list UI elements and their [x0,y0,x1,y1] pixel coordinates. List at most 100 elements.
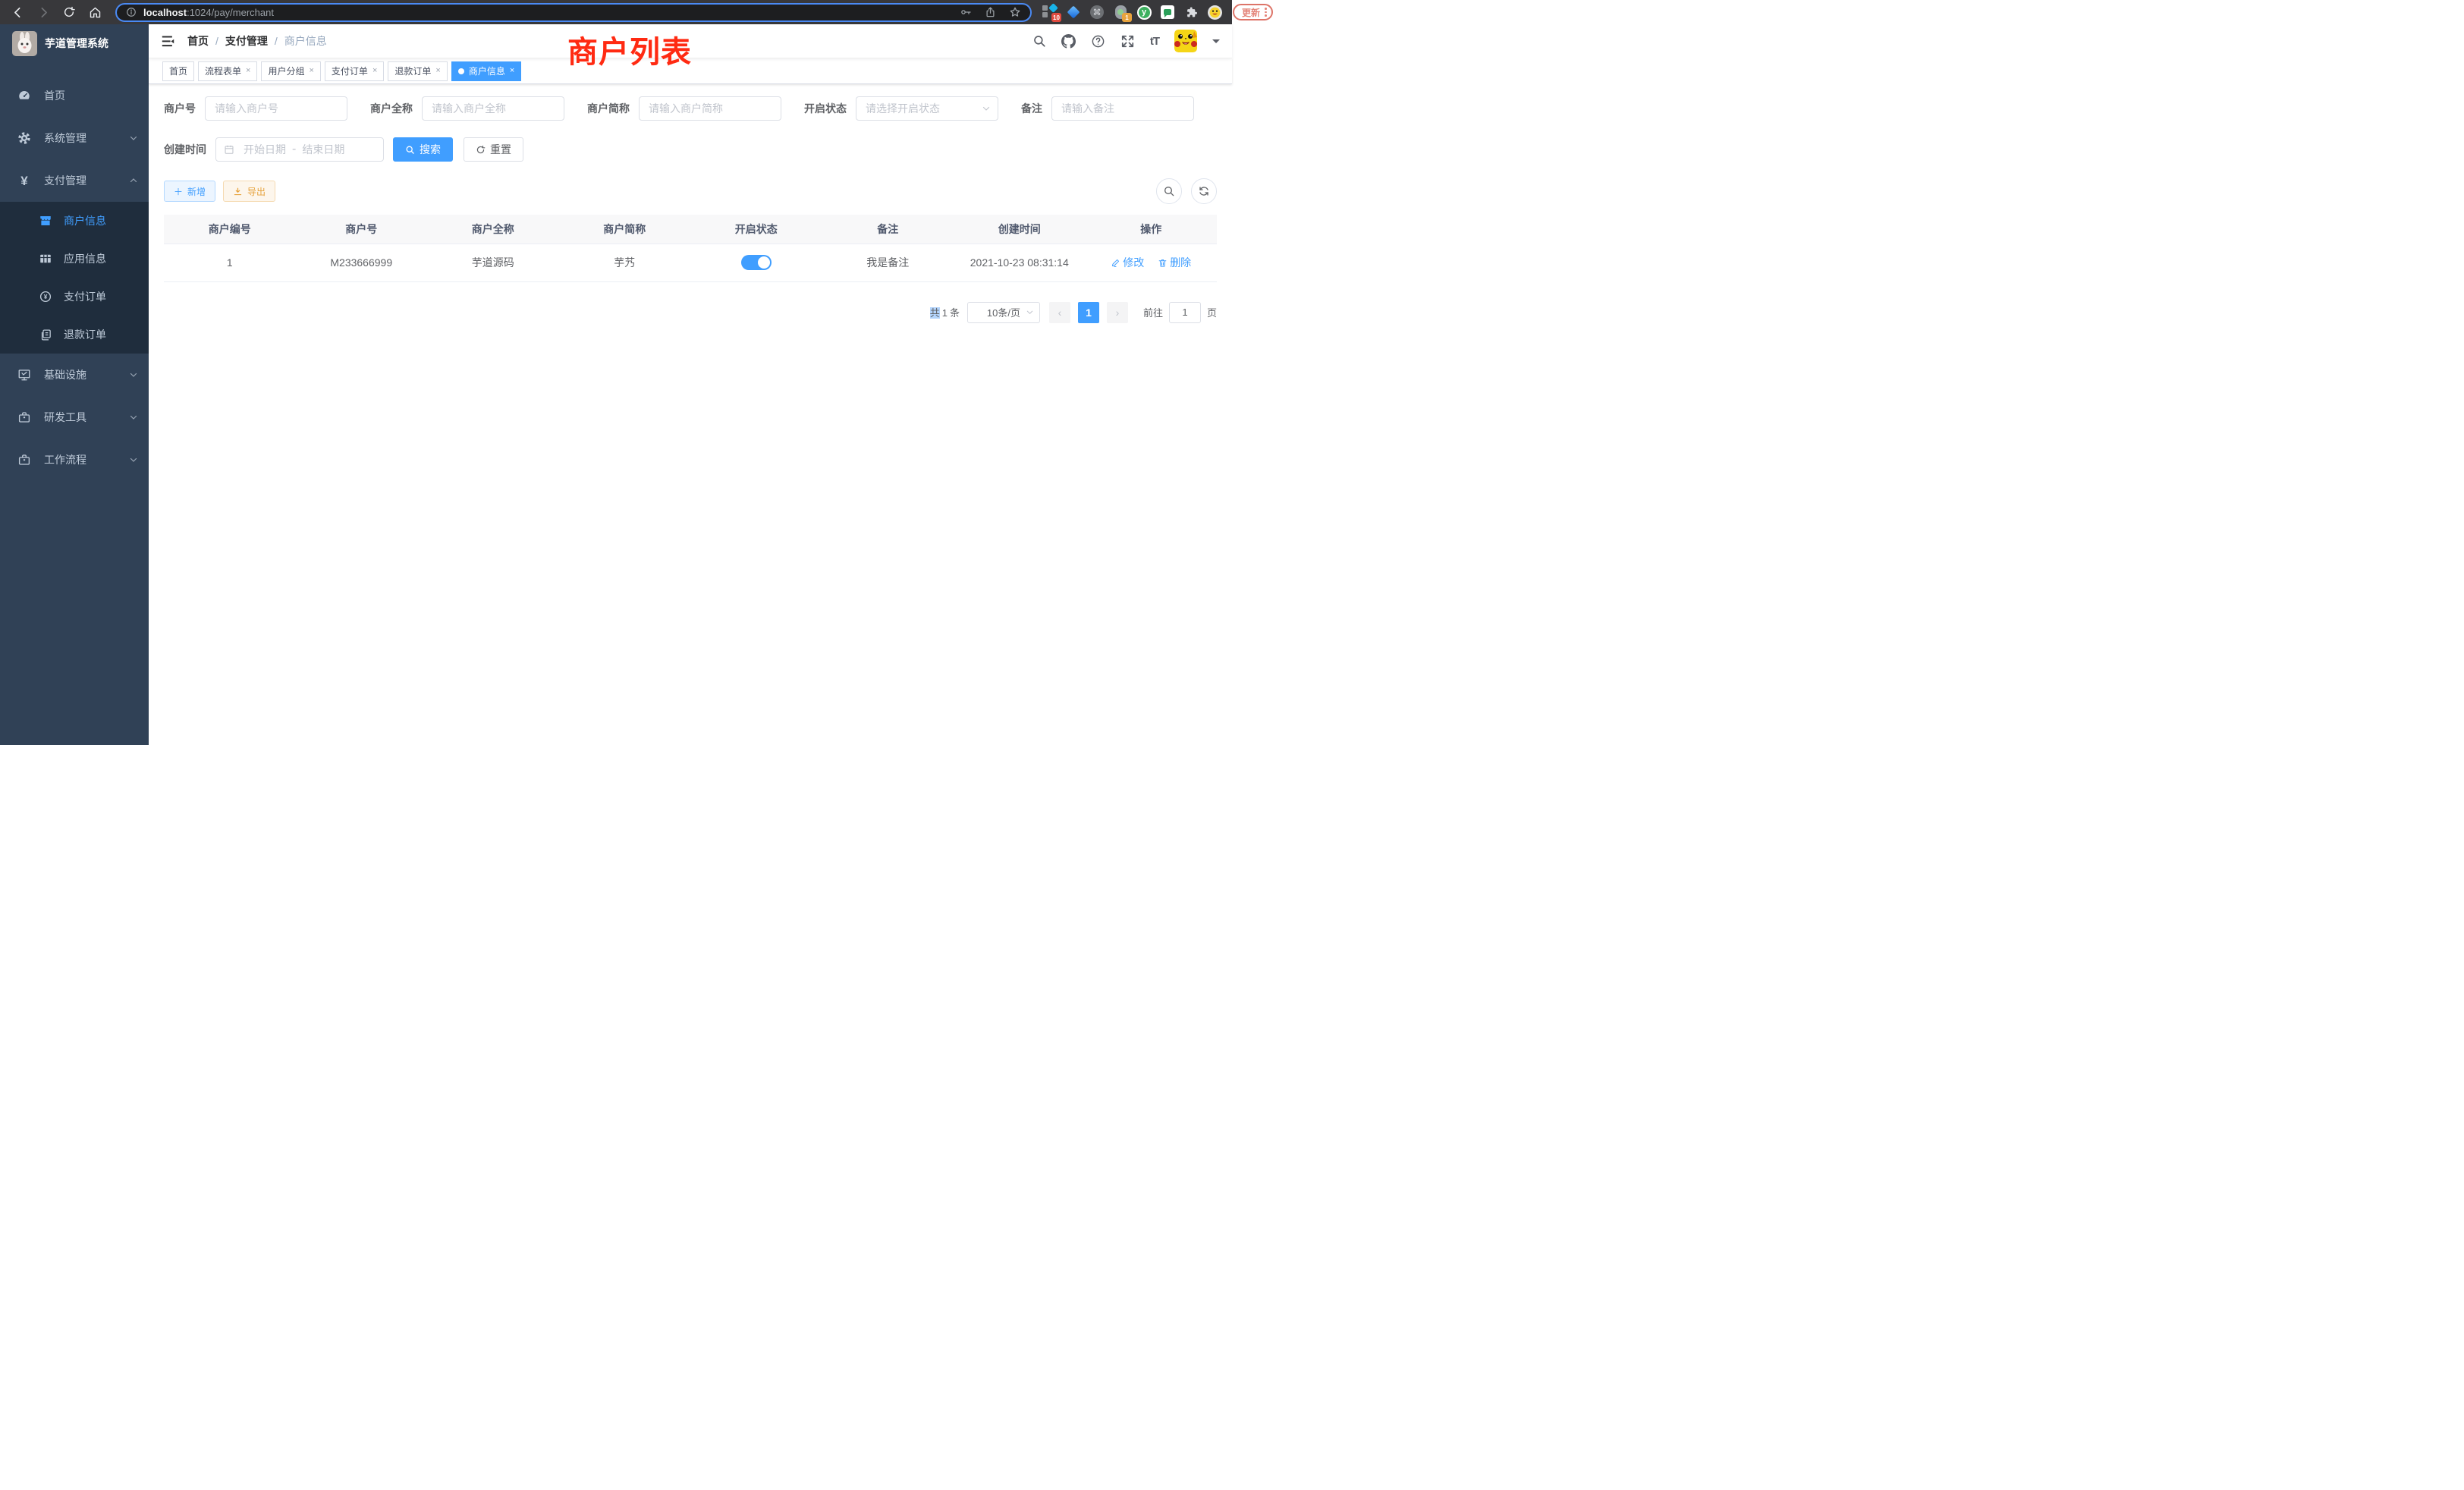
table-row: 1 M233666999 芋道源码 芋艿 我是备注 2021-10-23 08:… [164,244,1217,281]
back-icon[interactable] [9,4,26,20]
home-icon[interactable] [86,4,103,20]
sidebar-toggle-icon[interactable] [161,35,175,48]
sidebar-item-home[interactable]: 首页 [0,74,149,117]
sidebar-item-infrastructure[interactable]: 基础设施 [0,354,149,396]
prev-page-button[interactable]: ‹ [1049,302,1070,323]
start-date-input[interactable] [237,143,292,156]
font-size-icon[interactable]: tT [1150,35,1159,48]
extension-badge: 1 [1122,13,1132,22]
sidebar-item-label: 退款订单 [64,327,106,342]
edit-link[interactable]: 修改 [1111,255,1144,270]
extension-command-icon[interactable]: ⌘ [1089,5,1105,20]
col-status: 开启状态 [690,215,822,244]
merchant-no-input[interactable] [205,96,347,121]
tab-home[interactable]: 首页 [162,61,194,81]
remark-input[interactable] [1051,96,1194,121]
delete-link[interactable]: 删除 [1158,255,1191,270]
extension-y-icon[interactable]: y [1136,5,1152,20]
tab-merchant-info[interactable]: 商户信息 × [451,61,521,81]
tab-label: 退款订单 [394,64,431,77]
filter-row-1: 商户号 商户全称 商户简称 开启状态 [164,96,1217,121]
browser-menu-icon[interactable] [1265,8,1267,17]
sidebar-item-label: 商户信息 [64,213,106,228]
tab-refund-order[interactable]: 退款订单 × [388,61,447,81]
help-icon[interactable] [1091,34,1105,49]
toggle-search-button[interactable] [1156,178,1182,204]
short-name-input[interactable] [639,96,781,121]
status-toggle[interactable] [741,255,772,270]
url-path: :1024/pay/merchant [187,7,274,18]
tab-process-form[interactable]: 流程表单 × [198,61,257,81]
sidebar-item-dev-tools[interactable]: 研发工具 [0,396,149,439]
bookmark-star-icon[interactable] [1009,6,1021,18]
sidebar-item-app-info[interactable]: 应用信息 [0,240,149,278]
forward-icon[interactable] [35,4,52,20]
search-button[interactable]: 搜索 [393,137,453,162]
header-search-icon[interactable] [1032,34,1046,48]
col-actions: 操作 [1086,215,1218,244]
breadcrumb-payment[interactable]: 支付管理 [225,33,268,49]
sidebar-item-refund-order[interactable]: 退款订单 [0,316,149,354]
sidebar-item-system[interactable]: 系统管理 [0,117,149,159]
reload-icon[interactable] [61,4,77,20]
tab-label: 流程表单 [205,64,241,77]
page-size-select[interactable] [967,302,1040,323]
site-info-icon[interactable] [126,7,137,17]
export-button[interactable]: 导出 [223,181,275,202]
refresh-button[interactable] [1191,178,1217,204]
sidebar-item-workflow[interactable]: 工作流程 [0,439,149,481]
page-1-button[interactable]: 1 [1078,302,1099,323]
table-toolbar: ＋ 新增 导出 [164,178,1217,204]
tab-pay-order[interactable]: 支付订单 × [325,61,384,81]
tab-label: 支付订单 [332,64,368,77]
app-title: 芋道管理系统 [45,36,108,51]
share-icon[interactable] [985,6,996,18]
breadcrumb-home[interactable]: 首页 [187,33,209,49]
fullscreen-icon[interactable] [1120,34,1135,49]
address-bar[interactable]: localhost:1024/pay/merchant [115,3,1032,22]
add-button[interactable]: ＋ 新增 [164,181,215,202]
end-date-input[interactable] [296,143,350,156]
sidebar-item-payment[interactable]: ¥ 支付管理 [0,159,149,202]
close-icon[interactable]: × [372,67,377,75]
url-text[interactable]: localhost:1024/pay/merchant [143,7,947,18]
next-page-button[interactable]: › [1107,302,1128,323]
col-remark: 备注 [822,215,954,244]
reset-button[interactable]: 重置 [464,137,523,162]
full-name-input[interactable] [422,96,564,121]
extension-grid-icon[interactable]: 10 [1042,5,1058,20]
sidebar-item-merchant-info[interactable]: 商户信息 [0,202,149,240]
close-icon[interactable]: × [435,67,440,75]
table-header-row: 商户编号 商户号 商户全称 商户简称 开启状态 备注 创建时间 操作 [164,215,1217,244]
extension-smiley-icon[interactable] [1207,5,1222,20]
merchant-no-label: 商户号 [164,101,196,116]
gear-icon [15,131,33,145]
tab-label: 商户信息 [469,64,505,77]
calendar-icon [224,144,234,155]
sidebar-item-label: 首页 [44,88,138,103]
tab-label: 用户分组 [268,64,304,77]
col-merchant-id: 商户编号 [164,215,296,244]
avatar[interactable] [1174,30,1197,52]
password-key-icon[interactable] [960,6,972,18]
short-name-label: 商户简称 [587,101,630,116]
pagination: 共1条 ‹ 1 › 前往 页 [164,302,1217,323]
app-logo-row[interactable]: 芋道管理系统 [0,24,149,62]
monitor-icon [15,368,33,382]
status-select[interactable] [856,96,998,121]
extension-blob-icon[interactable]: 1 [1113,5,1128,20]
extensions-puzzle-icon[interactable] [1183,5,1199,20]
close-icon[interactable]: × [510,67,514,75]
goto-page-input[interactable] [1169,302,1201,323]
toolbox-icon [15,410,33,424]
browser-update-button[interactable]: 更新 [1233,4,1273,20]
github-icon[interactable] [1061,34,1076,49]
tab-user-group[interactable]: 用户分组 × [261,61,320,81]
close-icon[interactable]: × [246,67,250,75]
sidebar-item-pay-order[interactable]: ¥ 支付订单 [0,278,149,316]
extension-gem-icon[interactable] [1066,5,1081,20]
extension-chat-icon[interactable] [1160,5,1175,20]
avatar-caret-icon[interactable] [1212,39,1220,47]
close-icon[interactable]: × [309,67,313,75]
date-range-picker[interactable]: - [215,137,384,162]
